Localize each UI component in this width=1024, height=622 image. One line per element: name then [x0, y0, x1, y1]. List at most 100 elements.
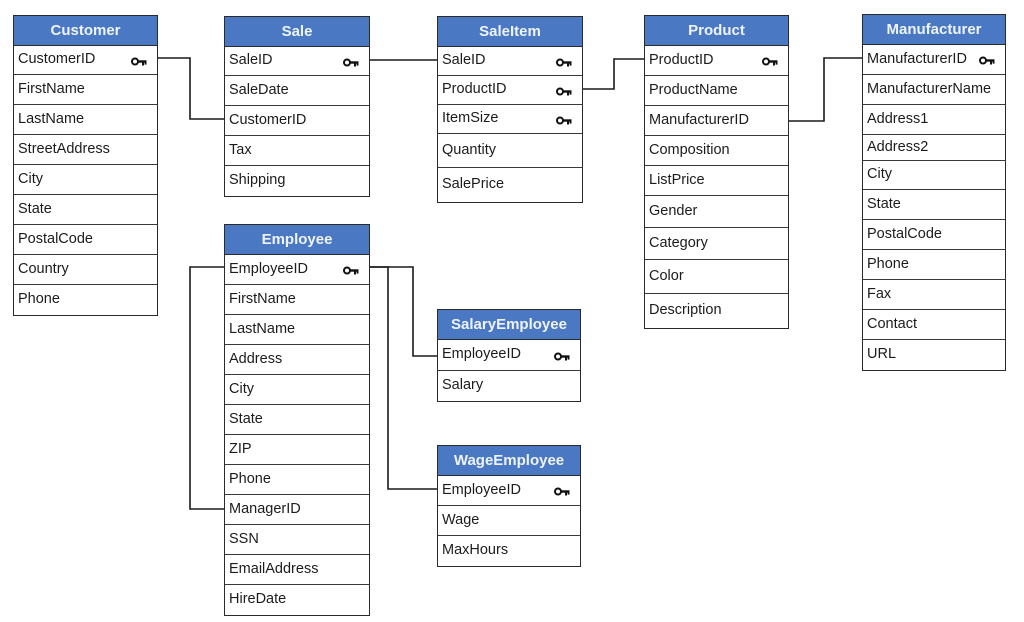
- field-row[interactable]: ManufacturerID: [863, 45, 1005, 75]
- field-row[interactable]: FirstName: [225, 285, 369, 315]
- field-row[interactable]: ManufacturerName: [863, 75, 1005, 105]
- field-name: EmailAddress: [229, 561, 319, 577]
- field-row[interactable]: Shipping: [225, 166, 369, 196]
- field-name: EmployeeID: [442, 346, 521, 362]
- field-name: SalePrice: [442, 176, 505, 192]
- field-name: City: [229, 381, 254, 397]
- field-row[interactable]: ListPrice: [645, 166, 788, 196]
- field-row[interactable]: Gender: [645, 196, 788, 228]
- field-row[interactable]: MaxHours: [438, 536, 580, 566]
- field-row[interactable]: City: [14, 165, 157, 195]
- field-name: ManagerID: [229, 501, 301, 517]
- field-row[interactable]: Contact: [863, 310, 1005, 340]
- field-row[interactable]: URL: [863, 340, 1005, 370]
- field-row[interactable]: ItemSize: [438, 105, 582, 134]
- field-row[interactable]: ManagerID: [225, 495, 369, 525]
- field-name: Fax: [867, 286, 892, 302]
- primary-key-icon: [554, 352, 570, 361]
- field-name: ZIP: [229, 441, 252, 457]
- field-row[interactable]: CustomerID: [225, 106, 369, 136]
- field-row[interactable]: PostalCode: [14, 225, 157, 255]
- field-row[interactable]: EmployeeID: [225, 255, 369, 285]
- entity-header: Employee: [225, 225, 369, 255]
- rel-employee-wageemployee: [370, 266, 437, 490]
- field-row[interactable]: Description: [645, 294, 788, 328]
- field-row[interactable]: LastName: [225, 315, 369, 345]
- entity-header: SalaryEmployee: [438, 310, 580, 340]
- field-row[interactable]: SaleID: [225, 47, 369, 76]
- entity-saleitem[interactable]: SaleItem SaleID ProductID ItemSize Quanti…: [437, 16, 583, 203]
- field-row[interactable]: EmployeeID: [438, 476, 580, 506]
- field-name: FirstName: [229, 291, 296, 307]
- field-name: Category: [649, 235, 708, 251]
- field-name: ManufacturerName: [867, 81, 992, 97]
- field-name: Tax: [229, 142, 252, 158]
- field-row[interactable]: City: [225, 375, 369, 405]
- entity-customer[interactable]: Customer CustomerID FirstName LastName Stre…: [13, 15, 158, 316]
- entity-header: Product: [645, 16, 788, 46]
- entity-header: SaleItem: [438, 17, 582, 47]
- field-row[interactable]: ProductID: [645, 46, 788, 76]
- field-row[interactable]: SSN: [225, 525, 369, 555]
- field-row[interactable]: Phone: [225, 465, 369, 495]
- entity-header: Customer: [14, 16, 157, 46]
- field-name: Gender: [649, 203, 698, 219]
- entity-sale[interactable]: Sale SaleID SaleDate CustomerID Tax Shipping: [224, 16, 370, 197]
- field-name: PostalCode: [18, 231, 93, 247]
- field-row[interactable]: ZIP: [225, 435, 369, 465]
- field-row[interactable]: Quantity: [438, 134, 582, 168]
- field-name: LastName: [18, 111, 85, 127]
- primary-key-icon: [762, 57, 778, 66]
- field-row[interactable]: StreetAddress: [14, 135, 157, 165]
- field-row[interactable]: Country: [14, 255, 157, 285]
- entity-salaryemployee[interactable]: SalaryEmployee EmployeeID Salary: [437, 309, 581, 402]
- field-name: PostalCode: [867, 226, 942, 242]
- field-row[interactable]: ProductID: [438, 76, 582, 105]
- field-row[interactable]: CustomerID: [14, 46, 157, 75]
- field-name: Description: [649, 302, 722, 318]
- field-row[interactable]: LastName: [14, 105, 157, 135]
- field-row[interactable]: ManufacturerID: [645, 106, 788, 136]
- entity-employee[interactable]: Employee EmployeeID FirstName LastName Addr…: [224, 224, 370, 616]
- field-row[interactable]: Tax: [225, 136, 369, 166]
- field-name: StreetAddress: [18, 141, 110, 157]
- entity-wageemployee[interactable]: WageEmployee EmployeeID Wage MaxHours: [437, 445, 581, 567]
- field-row[interactable]: Address: [225, 345, 369, 375]
- field-row[interactable]: City: [863, 161, 1005, 190]
- entity-product[interactable]: Product ProductID ProductName Manufacturer…: [644, 15, 789, 329]
- field-row[interactable]: Wage: [438, 506, 580, 536]
- field-row[interactable]: SalePrice: [438, 168, 582, 202]
- field-row[interactable]: EmployeeID: [438, 340, 580, 371]
- field-name: LastName: [229, 321, 296, 337]
- field-row[interactable]: Category: [645, 228, 788, 260]
- field-row[interactable]: FirstName: [14, 75, 157, 105]
- entity-header: Manufacturer: [863, 15, 1005, 45]
- field-name: SaleID: [229, 52, 273, 68]
- field-row[interactable]: Fax: [863, 280, 1005, 310]
- field-name: State: [229, 411, 263, 427]
- field-name: Salary: [442, 377, 484, 393]
- field-row[interactable]: State: [14, 195, 157, 225]
- field-row[interactable]: State: [863, 190, 1005, 220]
- field-row[interactable]: EmailAddress: [225, 555, 369, 585]
- field-row[interactable]: Color: [645, 260, 788, 294]
- field-row[interactable]: Composition: [645, 136, 788, 166]
- field-name: Phone: [18, 291, 60, 307]
- field-name: Composition: [649, 142, 730, 158]
- field-row[interactable]: PostalCode: [863, 220, 1005, 250]
- entity-manufacturer[interactable]: Manufacturer ManufacturerID ManufacturerN…: [862, 14, 1006, 371]
- field-row[interactable]: ProductName: [645, 76, 788, 106]
- field-name: Address2: [867, 139, 929, 155]
- field-row[interactable]: SaleID: [438, 47, 582, 76]
- field-row[interactable]: State: [225, 405, 369, 435]
- field-row[interactable]: Salary: [438, 371, 580, 401]
- field-row[interactable]: Address1: [863, 105, 1005, 135]
- field-row[interactable]: SaleDate: [225, 76, 369, 106]
- field-row[interactable]: Address2: [863, 135, 1005, 161]
- field-name: EmployeeID: [229, 261, 308, 277]
- field-row[interactable]: Phone: [14, 285, 157, 315]
- primary-key-icon: [979, 56, 995, 65]
- field-row[interactable]: HireDate: [225, 585, 369, 615]
- field-row[interactable]: Phone: [863, 250, 1005, 280]
- field-name: FirstName: [18, 81, 85, 97]
